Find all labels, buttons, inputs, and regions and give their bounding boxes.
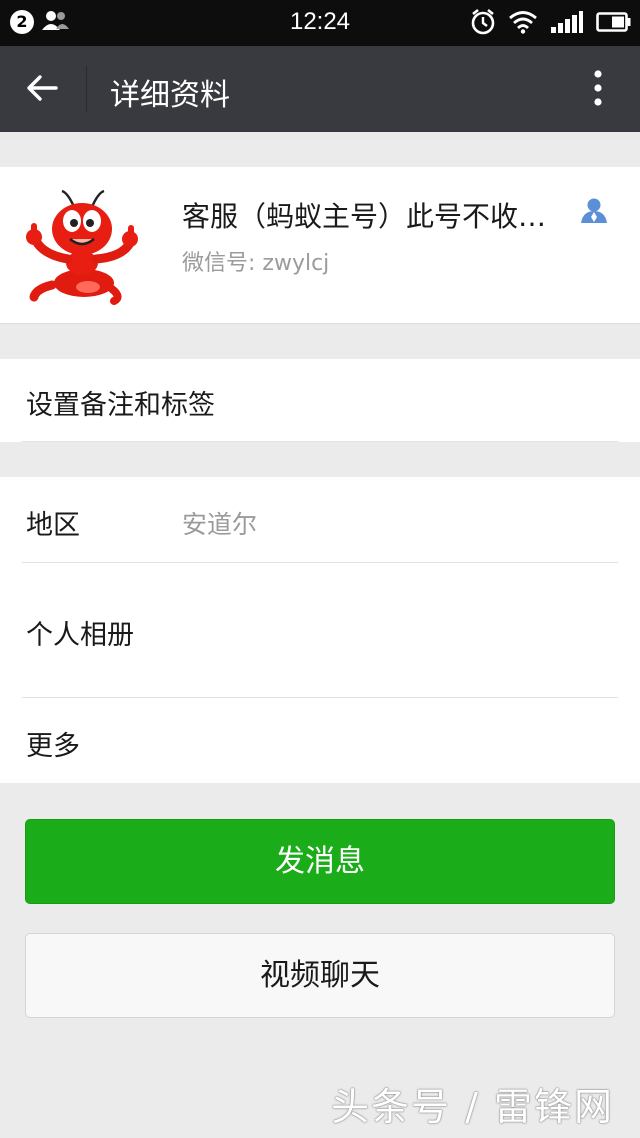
personal-album-label: 个人相册 [26, 620, 134, 651]
watermark: 头条号 / 雷锋网 [331, 1085, 614, 1129]
more-row[interactable]: 更多 [0, 698, 640, 783]
profile-card[interactable]: 客服（蚂蚁主号）此号不收… 微信号: zwylcj [0, 167, 640, 324]
red-ant-mascot-icon [26, 189, 138, 305]
remark-tags-label: 设置备注和标签 [26, 390, 215, 421]
more-vertical-icon [593, 70, 603, 110]
page-title: 详细资料 [110, 78, 230, 113]
section-divider [22, 441, 618, 442]
signal-icon [550, 10, 584, 38]
more-options-button[interactable] [570, 62, 626, 118]
region-value: 安道尔 [182, 510, 258, 539]
contact-name: 客服（蚂蚁主号）此号不收… [182, 200, 547, 233]
region-label: 地区 [26, 510, 80, 541]
battery-icon [596, 11, 632, 37]
avatar[interactable] [22, 185, 142, 305]
alarm-icon [470, 8, 496, 40]
back-arrow-icon [26, 74, 58, 106]
back-button[interactable] [14, 62, 70, 118]
region-row[interactable]: 地区 安道尔 [0, 477, 640, 563]
send-message-button[interactable]: 发消息 [25, 819, 615, 904]
status-bar: 2 12:24 [0, 0, 640, 46]
remark-tags-row[interactable]: 设置备注和标签 [0, 359, 640, 442]
info-section: 地区 安道尔 个人相册 更多 [0, 477, 640, 783]
more-label: 更多 [26, 731, 80, 762]
contact-person-icon [580, 196, 608, 228]
video-chat-button[interactable]: 视频聊天 [25, 933, 615, 1018]
appbar-divider [86, 66, 87, 112]
wifi-icon [508, 10, 538, 38]
wechat-id: 微信号: zwylcj [182, 251, 330, 276]
app-bar: 详细资料 [0, 46, 640, 132]
personal-album-row[interactable]: 个人相册 [0, 563, 640, 697]
